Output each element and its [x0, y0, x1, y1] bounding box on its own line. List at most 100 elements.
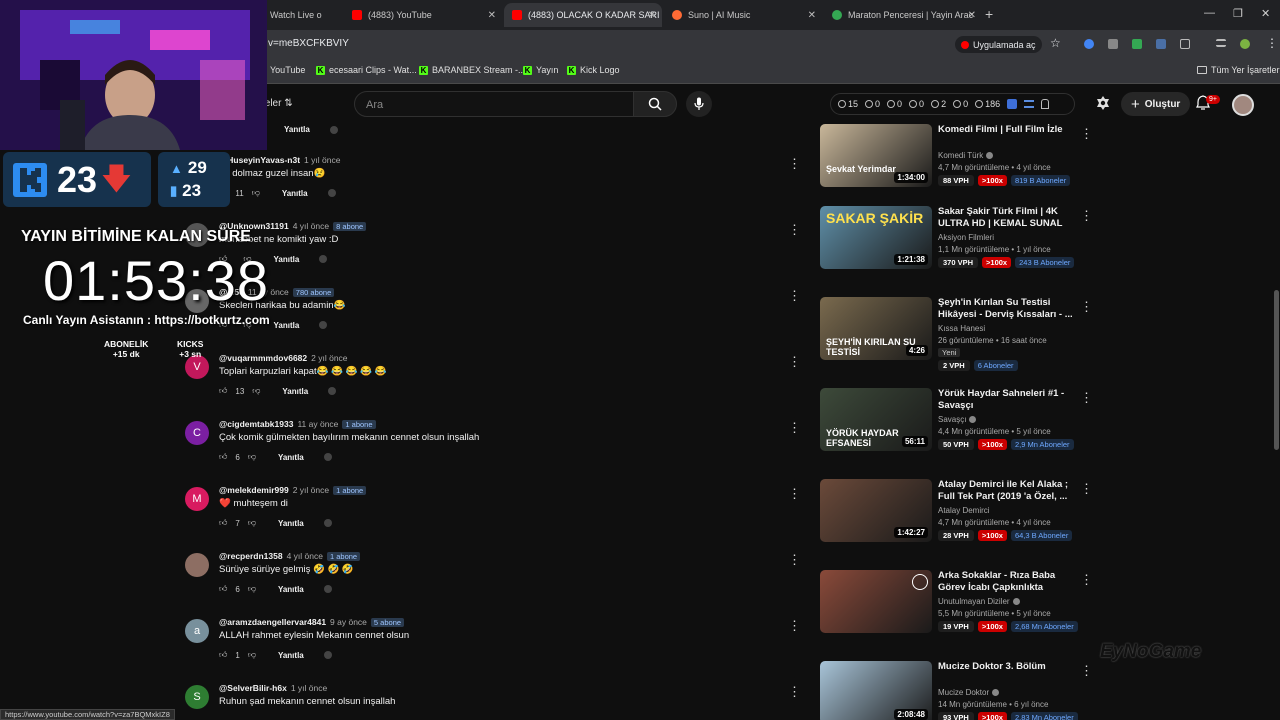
minimize-icon[interactable]: — — [1204, 7, 1215, 19]
video-title[interactable]: Şeyh'in Kırılan Su Testisi Hikâyesi - De… — [938, 297, 1073, 321]
close-tab-icon[interactable]: ✕ — [808, 10, 816, 21]
comment-author[interactable]: @HuseyinYavas-n3t 1 yıl önce — [219, 155, 340, 165]
puzzle-icon[interactable] — [1180, 39, 1190, 49]
comment-time[interactable]: 11 ay önce — [297, 419, 338, 429]
reply-button[interactable]: Yanıtla — [278, 519, 304, 528]
extension-icon[interactable] — [1156, 39, 1166, 49]
scrollbar[interactable] — [1274, 290, 1279, 450]
list-icon[interactable] — [1024, 100, 1035, 108]
extension-icon[interactable] — [1007, 99, 1018, 109]
tab-olacak-o-kadar[interactable]: (4883) OLACAK O KADAR SARI ✕ — [504, 3, 662, 27]
video-title[interactable]: Mucize Doktor 3. Bölüm — [938, 661, 1073, 673]
comment-time[interactable]: 4 yıl önce — [293, 221, 329, 231]
video-title[interactable]: Arka Sokaklar - Rıza Baba Görev İcabı Ça… — [938, 570, 1073, 594]
avatar[interactable]: M — [185, 487, 209, 511]
reply-button[interactable]: Yanıtla — [282, 189, 308, 198]
avatar[interactable]: S — [185, 685, 209, 709]
comment-username[interactable]: @cigdemtabk1933 — [219, 419, 293, 429]
dislike-icon[interactable]: 👎︎ — [248, 518, 256, 528]
comment-more-icon[interactable]: ⋮ — [788, 553, 801, 566]
search-button[interactable] — [633, 91, 677, 117]
channel-name[interactable]: Atalay Demirci — [938, 506, 990, 515]
watch-later-icon[interactable] — [912, 574, 928, 590]
comment-more-icon[interactable]: ⋮ — [788, 289, 801, 302]
voice-search-button[interactable] — [686, 91, 712, 117]
comment-more-icon[interactable]: ⋮ — [788, 223, 801, 236]
trophy-icon[interactable] — [1041, 99, 1050, 109]
dislike-icon[interactable]: 👎︎ — [248, 452, 256, 462]
like-icon[interactable]: 👍︎ — [219, 386, 227, 396]
comment-author[interactable]: @recperdn1358 4 yıl önce 1 abone — [219, 551, 361, 561]
comment-username[interactable]: @melekdemir999 — [219, 485, 289, 495]
tab-watch-live[interactable]: Watch Live o — [262, 3, 344, 27]
video-thumbnail[interactable] — [820, 570, 932, 633]
reply-button[interactable]: Yanıtla — [282, 387, 308, 396]
video-thumbnail[interactable]: ŞEYH'İN KIRILAN SU TESTİSİ 4:26 — [820, 297, 932, 360]
comment-more-icon[interactable]: ⋮ — [788, 487, 801, 500]
comment-more-icon[interactable]: ⋮ — [788, 685, 801, 698]
video-thumbnail[interactable]: Şevkat Yerimdar 1:34:00 — [820, 124, 932, 187]
bookmark-youtube[interactable]: YouTube — [270, 65, 305, 75]
tab-youtube[interactable]: (4883) YouTube ✕ — [344, 3, 502, 27]
avatar[interactable]: C — [185, 421, 209, 445]
comment-time[interactable]: 2 yıl önce — [293, 485, 329, 495]
new-tab-button[interactable]: + — [985, 6, 993, 22]
bookmark-star-icon[interactable]: ☆ — [1050, 36, 1061, 50]
create-button[interactable]: + Oluştur — [1121, 92, 1191, 116]
comment-username[interactable]: @SelverBilir-h6x — [219, 683, 287, 693]
reply-button[interactable]: Yanıtla — [278, 453, 304, 462]
search-input[interactable]: Ara — [354, 91, 634, 117]
comment-username[interactable]: @vuqarmmmdov6682 — [219, 353, 307, 363]
video-more-icon[interactable]: ⋮ — [1080, 208, 1093, 224]
video-title[interactable]: Sakar Şakir Türk Filmi | 4K ULTRA HD | K… — [938, 206, 1073, 230]
extension-icon[interactable] — [1132, 39, 1142, 49]
like-icon[interactable]: 👍︎ — [219, 518, 227, 528]
recommended-video[interactable]: SAKAR ŞAKİR 1:21:38 Sakar Şakir Türk Fil… — [820, 206, 1095, 282]
account-avatar[interactable] — [1232, 94, 1254, 116]
channel-name[interactable]: Aksiyon Filmleri — [938, 233, 994, 242]
studio-button[interactable] — [1096, 96, 1110, 115]
recommended-video[interactable]: Arka Sokaklar - Rıza Baba Görev İcabı Ça… — [820, 570, 1095, 646]
maximize-icon[interactable]: ❐ — [1233, 7, 1243, 20]
close-tab-icon[interactable]: ✕ — [968, 10, 976, 21]
video-more-icon[interactable]: ⋮ — [1080, 481, 1093, 497]
video-title[interactable]: Yörük Haydar Sahneleri #1 - Savaşçı — [938, 388, 1073, 412]
reply-button[interactable]: Yanıtla — [278, 651, 304, 660]
extension-icon[interactable] — [1084, 39, 1094, 49]
video-more-icon[interactable]: ⋮ — [1080, 299, 1093, 315]
video-more-icon[interactable]: ⋮ — [1080, 663, 1093, 679]
comment-author[interactable]: @cigdemtabk1933 11 ay önce 1 abone — [219, 419, 376, 429]
comment-more-icon[interactable]: ⋮ — [788, 421, 801, 434]
video-more-icon[interactable]: ⋮ — [1080, 572, 1093, 588]
close-tab-icon[interactable]: ✕ — [648, 10, 656, 21]
video-title[interactable]: Atalay Demirci ile Kel Alaka ; Full Tek … — [938, 479, 1073, 503]
bookmark-kick-logo[interactable]: K Kick Logo — [567, 65, 620, 75]
tab-maraton[interactable]: Maraton Penceresi | Yayin Arac ✕ — [824, 3, 982, 27]
comment-time[interactable]: 4 yıl önce — [287, 551, 323, 561]
reply-button[interactable]: Yanıtla — [274, 255, 300, 264]
url-text[interactable]: v=meBXCFKBVIY — [268, 38, 349, 49]
channel-name[interactable]: Komedi Türk — [938, 151, 994, 160]
dislike-icon[interactable]: 👎︎ — [252, 386, 260, 396]
comment-author[interactable]: @vuqarmmmdov6682 2 yıl önce — [219, 353, 348, 363]
video-thumbnail[interactable]: 2:08:48 — [820, 661, 932, 720]
comment-time[interactable]: 1 yıl önce — [304, 155, 340, 165]
dislike-icon[interactable]: 👎︎ — [248, 584, 256, 594]
video-thumbnail[interactable]: YÖRÜK HAYDAR EFSANESİ 56:11 — [820, 388, 932, 451]
channel-name[interactable]: Savaşçı — [938, 415, 977, 424]
comment-username[interactable]: @recperdn1358 — [219, 551, 283, 561]
avatar[interactable] — [185, 553, 209, 577]
video-title[interactable]: Komedi Filmi | Full Film İzle — [938, 124, 1073, 136]
tab-suno[interactable]: Suno | AI Music ✕ — [664, 3, 822, 27]
comment-time[interactable]: 2 yıl önce — [311, 353, 347, 363]
comment-author[interactable]: @aramzdaengellervar4841 9 ay önce 5 abone — [219, 617, 405, 627]
recommended-video[interactable]: YÖRÜK HAYDAR EFSANESİ 56:11 Yörük Haydar… — [820, 388, 1095, 464]
reply-button[interactable]: Yanıtla — [284, 125, 310, 134]
comment-author[interactable]: @melekdemir999 2 yıl önce 1 abone — [219, 485, 367, 495]
recommended-video[interactable]: 1:42:27 Atalay Demirci ile Kel Alaka ; F… — [820, 479, 1095, 555]
like-icon[interactable]: 👍︎ — [219, 584, 227, 594]
bookmark-ecesaari[interactable]: Kecesaari Clips - Wat... — [316, 65, 417, 75]
comment-more-icon[interactable]: ⋮ — [788, 157, 801, 170]
channel-name[interactable]: Kıssa Hanesi — [938, 324, 985, 333]
comment-username[interactable]: @aramzdaengellervar4841 — [219, 617, 326, 627]
